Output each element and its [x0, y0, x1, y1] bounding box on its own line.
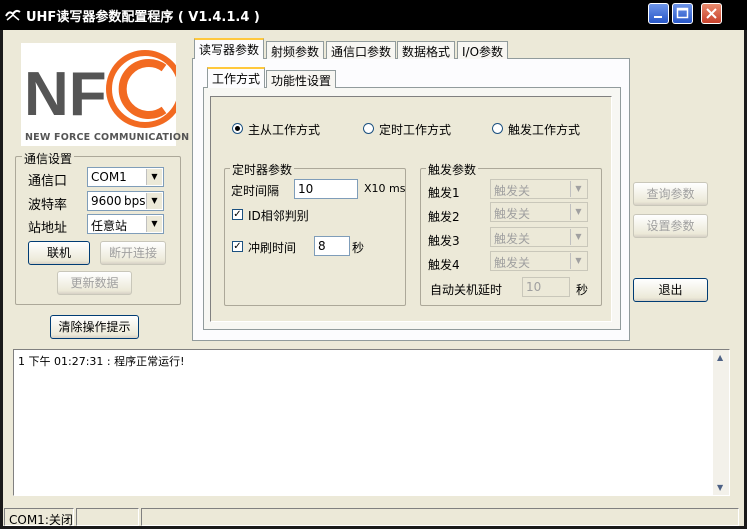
tab-comm-port-params[interactable]: 通信口参数	[326, 41, 397, 59]
comm-settings-title: 通信设置	[22, 150, 75, 167]
trigger-4-label: 触发4	[428, 258, 460, 272]
status-pane-2	[76, 508, 139, 526]
auto-off-unit: 秒	[576, 283, 589, 297]
status-pane-3	[141, 508, 739, 526]
baud-select[interactable]: 9600 bps ▼	[87, 191, 164, 211]
flush-time-input[interactable]: 8	[314, 236, 350, 256]
refresh-data-button[interactable]: 更新数据	[57, 271, 132, 295]
close-window-button[interactable]	[701, 3, 722, 24]
id-adjacent-label: ID相邻判别	[248, 209, 309, 223]
scroll-down-icon[interactable]: ▼	[717, 483, 723, 492]
auto-off-label: 自动关机延时	[430, 283, 503, 297]
trigger-2-select[interactable]: 触发关 ▼	[490, 202, 588, 222]
tab-rf-params[interactable]: 射频参数	[266, 41, 325, 59]
trigger-params-title: 触发参数	[426, 161, 479, 178]
flush-time-checkbox[interactable]: ✓	[232, 241, 243, 252]
scroll-up-icon[interactable]: ▲	[717, 353, 723, 362]
port-value: COM1	[91, 170, 127, 184]
log-line: 1 下午 01:27:31 : 程序正常运行!	[18, 355, 185, 368]
tab-data-format[interactable]: 数据格式	[397, 41, 456, 59]
status-port: COM1:关闭	[4, 508, 74, 527]
chevron-down-icon[interactable]: ▼	[570, 181, 586, 197]
subtab-work-mode[interactable]: 工作方式	[207, 67, 266, 88]
exit-button[interactable]: 退出	[633, 278, 708, 302]
maximize-button[interactable]	[672, 3, 693, 24]
minimize-icon	[654, 16, 662, 18]
port-select[interactable]: COM1 ▼	[87, 167, 164, 187]
app-icon	[5, 9, 21, 21]
trigger-1-select[interactable]: 触发关 ▼	[490, 179, 588, 199]
flush-time-label: 冲刷时间	[248, 241, 297, 255]
maximize-icon	[676, 7, 689, 19]
interval-label: 定时间隔	[231, 184, 280, 198]
chevron-down-icon[interactable]: ▼	[146, 169, 162, 185]
trigger-2-label: 触发2	[428, 210, 460, 224]
chevron-down-icon[interactable]: ▼	[146, 193, 162, 209]
trigger-4-select[interactable]: 触发关 ▼	[490, 251, 588, 271]
logo-tagline: NEW FORCE COMMUNICATION	[25, 132, 190, 143]
subtab-function-settings[interactable]: 功能性设置	[266, 70, 337, 88]
auto-off-input[interactable]: 10	[522, 277, 570, 297]
nfc-logo: NF NEW FORCE COMMUNICATION	[21, 43, 189, 146]
trigger-mode-label: 触发工作方式	[508, 123, 581, 137]
tab-io-params[interactable]: I/O参数	[457, 41, 509, 59]
window-title: UHF读写器参数配置程序 ( V1.4.1.4 )	[26, 10, 260, 25]
baud-unit: bps	[124, 194, 146, 208]
trigger-3-label: 触发3	[428, 234, 460, 248]
connect-button[interactable]: 联机	[28, 241, 90, 265]
tab-reader-params[interactable]: 读写器参数	[194, 38, 265, 59]
baud-value: 9600	[91, 194, 122, 208]
chevron-down-icon[interactable]: ▼	[570, 204, 586, 220]
interval-input[interactable]: 10	[294, 179, 358, 199]
id-adjacent-checkbox[interactable]: ✓	[232, 209, 243, 220]
log-scrollbar[interactable]: ▲ ▼	[713, 350, 729, 495]
nfc-logo-graphic: NF	[24, 50, 184, 129]
trigger-3-select[interactable]: 触发关 ▼	[490, 227, 588, 247]
address-label: 站地址	[28, 221, 68, 236]
baud-label: 波特率	[28, 198, 68, 213]
minimize-button[interactable]	[648, 3, 669, 24]
trigger-2-value: 触发关	[494, 207, 531, 221]
interval-unit: X10 ms	[364, 182, 406, 195]
disconnect-button[interactable]: 断开连接	[100, 241, 166, 265]
timed-mode-label: 定时工作方式	[379, 123, 452, 137]
clear-messages-button[interactable]: 清除操作提示	[50, 315, 139, 339]
radio-timed[interactable]	[363, 123, 374, 134]
trigger-3-value: 触发关	[494, 232, 531, 246]
timer-params-title: 定时器参数	[230, 161, 295, 178]
title-bar[interactable]: UHF读写器参数配置程序 ( V1.4.1.4 )	[0, 0, 747, 30]
trigger-1-label: 触发1	[428, 186, 460, 200]
chevron-down-icon[interactable]: ▼	[146, 216, 162, 232]
radio-trigger[interactable]	[492, 123, 503, 134]
chevron-down-icon[interactable]: ▼	[570, 253, 586, 269]
master-slave-label: 主从工作方式	[248, 123, 321, 137]
flush-time-unit: 秒	[352, 241, 365, 255]
trigger-4-value: 触发关	[494, 256, 531, 270]
set-params-button[interactable]: 设置参数	[633, 214, 708, 238]
radio-master-slave[interactable]	[232, 123, 243, 134]
address-select[interactable]: 任意站 ▼	[87, 214, 164, 234]
message-log[interactable]: 1 下午 01:27:31 : 程序正常运行! ▲ ▼	[13, 349, 730, 496]
query-params-button[interactable]: 查询参数	[633, 182, 708, 206]
chevron-down-icon[interactable]: ▼	[570, 229, 586, 245]
port-label: 通信口	[28, 174, 68, 189]
trigger-1-value: 触发关	[494, 184, 531, 198]
close-icon	[706, 8, 717, 19]
logo-letters-nf: NF	[24, 60, 107, 129]
address-value: 任意站	[91, 219, 128, 233]
